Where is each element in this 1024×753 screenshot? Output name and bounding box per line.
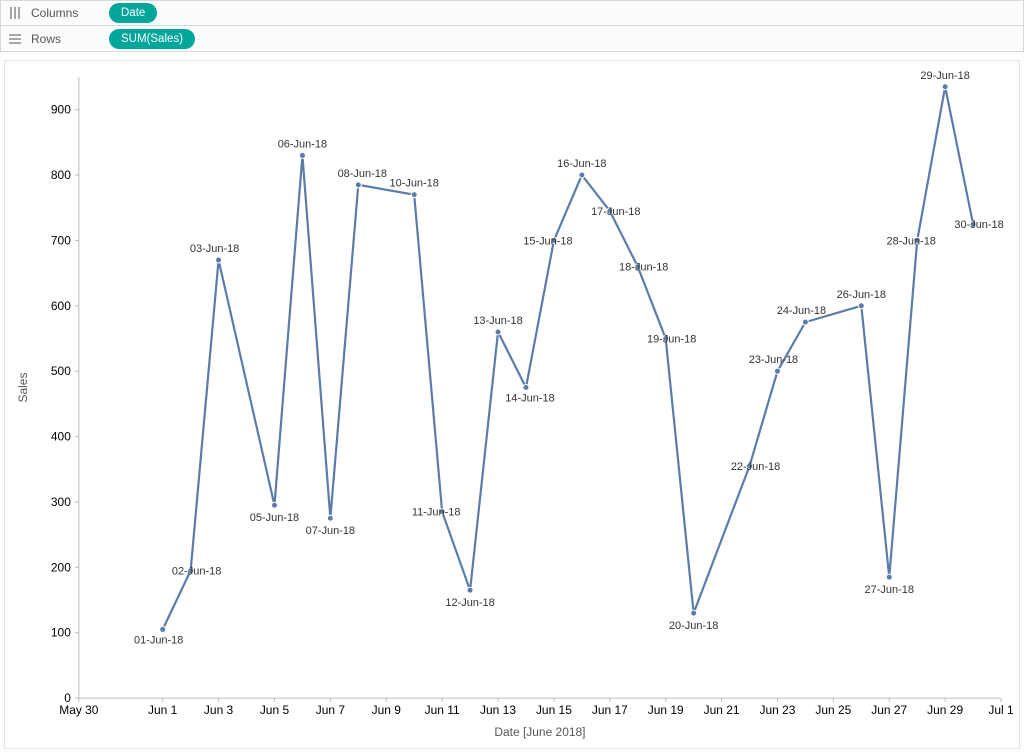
x-tick-label: May 30 — [59, 703, 99, 717]
x-tick-label: Jun 21 — [704, 703, 740, 717]
x-tick-label: Jun 9 — [372, 703, 402, 717]
x-tick-label: Jun 25 — [815, 703, 851, 717]
rows-shelf-label: Rows — [31, 32, 101, 46]
point-label: 16-Jun-18 — [557, 158, 606, 170]
x-tick-label: Jun 23 — [760, 703, 796, 717]
data-point[interactable] — [942, 84, 948, 90]
data-point[interactable] — [160, 626, 166, 632]
point-label: 26-Jun-18 — [837, 289, 886, 301]
point-label: 27-Jun-18 — [865, 584, 914, 596]
y-tick-label: 300 — [51, 495, 71, 509]
point-label: 23-Jun-18 — [749, 354, 798, 366]
line-chart: 0100200300400500600700800900May 30Jun 1J… — [5, 61, 1019, 748]
point-label: 11-Jun-18 — [412, 507, 461, 519]
data-point[interactable] — [579, 172, 585, 178]
x-tick-label: Jun 11 — [425, 703, 460, 717]
x-tick-label: Jun 27 — [871, 703, 907, 717]
data-point[interactable] — [523, 385, 529, 391]
point-label: 05-Jun-18 — [250, 512, 299, 524]
y-tick-label: 700 — [51, 233, 71, 247]
data-point[interactable] — [467, 587, 473, 593]
y-tick-label: 900 — [51, 103, 71, 117]
point-label: 06-Jun-18 — [278, 138, 327, 150]
x-tick-label: Jun 19 — [648, 703, 684, 717]
rows-shelf[interactable]: Rows SUM(Sales) — [0, 26, 1024, 52]
x-axis-title: Date [June 2018] — [494, 725, 585, 739]
point-label: 02-Jun-18 — [172, 566, 221, 578]
y-tick-label: 200 — [51, 560, 71, 574]
columns-icon — [7, 5, 23, 21]
data-point[interactable] — [886, 574, 892, 580]
y-tick-label: 500 — [51, 364, 71, 378]
columns-shelf[interactable]: Columns Date — [0, 0, 1024, 26]
point-label: 12-Jun-18 — [445, 597, 494, 609]
data-point[interactable] — [271, 502, 277, 508]
chart-area[interactable]: 0100200300400500600700800900May 30Jun 1J… — [4, 60, 1020, 749]
columns-shelf-label: Columns — [31, 6, 101, 20]
data-point[interactable] — [299, 152, 305, 158]
point-label: 24-Jun-18 — [777, 305, 826, 317]
x-tick-label: Jun 29 — [927, 703, 963, 717]
data-point[interactable] — [802, 319, 808, 325]
columns-pill-date[interactable]: Date — [109, 3, 157, 23]
point-label: 13-Jun-18 — [473, 315, 522, 327]
x-tick-label: Jul 1 — [988, 703, 1014, 717]
point-label: 15-Jun-18 — [523, 235, 572, 247]
point-label: 30-Jun-18 — [954, 219, 1003, 231]
point-label: 29-Jun-18 — [920, 70, 969, 82]
point-label: 01-Jun-18 — [134, 634, 183, 646]
x-tick-label: Jun 5 — [260, 703, 290, 717]
point-label: 03-Jun-18 — [190, 243, 239, 255]
data-point[interactable] — [495, 329, 501, 335]
x-tick-label: Jun 17 — [592, 703, 628, 717]
y-tick-label: 800 — [51, 168, 71, 182]
point-label: 17-Jun-18 — [591, 206, 640, 218]
y-tick-label: 400 — [51, 430, 71, 444]
data-point[interactable] — [411, 192, 417, 198]
point-label: 20-Jun-18 — [669, 620, 718, 632]
point-label: 28-Jun-18 — [887, 235, 936, 247]
rows-icon — [7, 31, 23, 47]
x-tick-label: Jun 1 — [148, 703, 178, 717]
point-label: 08-Jun-18 — [338, 168, 387, 180]
y-tick-label: 600 — [51, 299, 71, 313]
point-label: 22-Jun-18 — [731, 461, 780, 473]
data-point[interactable] — [858, 303, 864, 309]
point-label: 19-Jun-18 — [647, 333, 696, 345]
y-tick-label: 100 — [51, 626, 71, 640]
data-point[interactable] — [774, 368, 780, 374]
x-tick-label: Jun 7 — [316, 703, 346, 717]
point-label: 07-Jun-18 — [306, 525, 355, 537]
data-point[interactable] — [216, 257, 222, 263]
x-tick-label: Jun 13 — [480, 703, 516, 717]
data-point[interactable] — [691, 610, 697, 616]
data-point[interactable] — [327, 515, 333, 521]
rows-pill-sales[interactable]: SUM(Sales) — [109, 29, 195, 49]
point-label: 18-Jun-18 — [619, 262, 668, 274]
point-label: 14-Jun-18 — [505, 393, 554, 405]
x-tick-label: Jun 3 — [204, 703, 234, 717]
x-tick-label: Jun 15 — [536, 703, 572, 717]
y-axis-title: Sales — [16, 373, 30, 403]
point-label: 10-Jun-18 — [389, 178, 438, 190]
data-point[interactable] — [355, 182, 361, 188]
